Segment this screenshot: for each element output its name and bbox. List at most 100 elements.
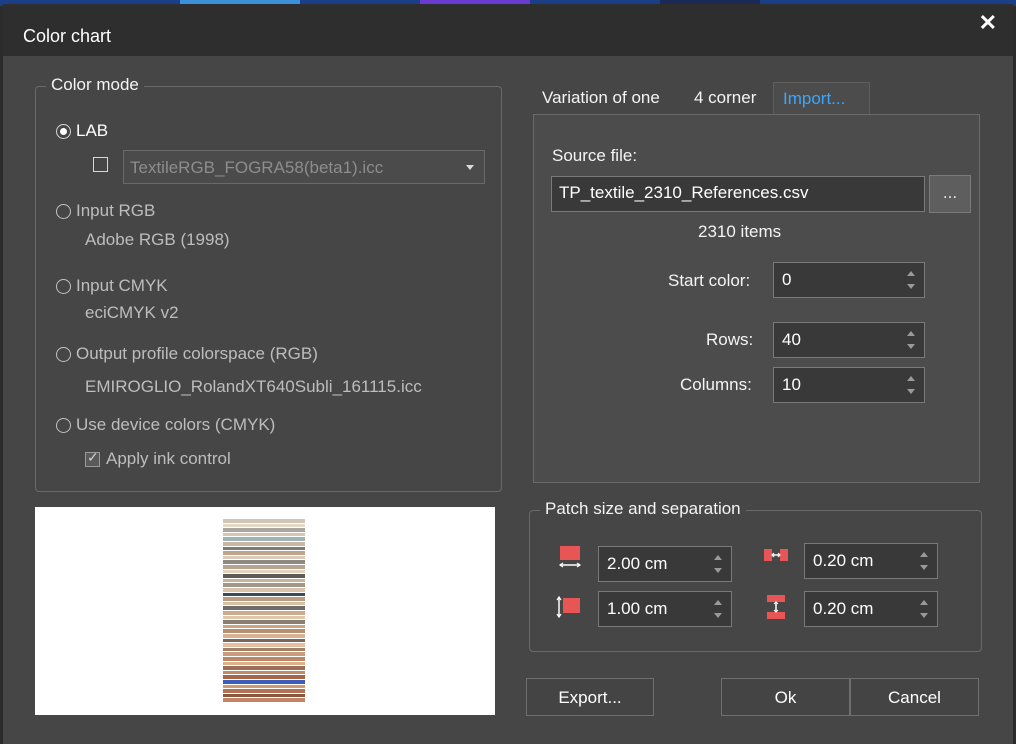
preview-patch-row — [223, 569, 305, 574]
preview-patch-row — [223, 578, 305, 583]
ok-button[interactable]: Ok — [721, 678, 850, 716]
apply-ink-control-row[interactable]: Apply ink control — [85, 449, 231, 469]
preview-patch-row — [223, 542, 305, 546]
chart-preview — [35, 507, 495, 715]
spin-down-icon[interactable] — [898, 280, 924, 297]
spin-up-icon[interactable] — [898, 323, 924, 340]
preview-patch-row — [223, 546, 305, 551]
preview-patch-row — [223, 629, 305, 633]
spin-down-icon[interactable] — [898, 385, 924, 402]
radio-input-rgb-indicator[interactable] — [56, 203, 71, 219]
spin-up-icon[interactable] — [911, 592, 937, 609]
close-icon[interactable]: ✕ — [979, 10, 997, 36]
preview-patch-row — [223, 528, 305, 532]
spin-down-icon[interactable] — [898, 340, 924, 357]
columns-label: Columns: — [680, 375, 752, 394]
lab-profile-checkbox[interactable] — [93, 157, 108, 172]
spin-up-icon[interactable] — [898, 368, 924, 385]
apply-ink-control-checkbox[interactable] — [85, 449, 100, 467]
source-file-label: Source file: — [552, 146, 638, 165]
preview-patch-row — [223, 670, 305, 675]
preview-patch-row — [223, 693, 305, 698]
preview-patch-row — [223, 606, 305, 610]
input-cmyk-profile: eciCMYK v2 — [85, 303, 179, 322]
spin-up-icon[interactable] — [911, 544, 937, 561]
preview-patch-row — [223, 657, 305, 661]
browse-button[interactable]: ... — [929, 175, 971, 213]
color-mode-legend: Color mode — [46, 75, 144, 95]
lab-profile-dropdown[interactable]: TextileRGB_FOGRA58(beta1).icc — [123, 150, 485, 184]
spin-up-icon[interactable] — [705, 592, 731, 609]
preview-patch-row — [223, 565, 305, 569]
radio-output-profile[interactable]: Output profile colorspace (RGB) — [56, 344, 318, 364]
radio-input-rgb[interactable]: Input RGB — [56, 201, 155, 221]
radio-device-colors[interactable]: Use device colors (CMYK) — [56, 415, 275, 435]
title-bar: Color chart ✕ — [3, 4, 1013, 56]
rows-spinner[interactable]: 40 — [773, 322, 925, 358]
preview-patch-row — [223, 537, 305, 541]
source-file-input[interactable]: TP_textile_2310_References.csv — [551, 176, 925, 212]
tab-4-corner[interactable]: 4 corner — [694, 82, 756, 114]
spin-up-icon[interactable] — [898, 263, 924, 280]
patch-size-legend: Patch size and separation — [540, 499, 746, 519]
vertical-separation-value: 0.20 cm — [813, 599, 874, 618]
radio-lab-indicator[interactable] — [56, 123, 71, 139]
tab-variation-of-one[interactable]: Variation of one — [542, 82, 660, 114]
preview-patch-row — [223, 583, 305, 587]
radio-device-colors-label: Use device colors (CMYK) — [76, 415, 276, 434]
patch-height-spinner[interactable]: 1.00 cm — [598, 591, 732, 627]
radio-output-profile-label: Output profile colorspace (RGB) — [76, 344, 318, 363]
input-rgb-profile: Adobe RGB (1998) — [85, 230, 230, 249]
tab-import[interactable]: Import... — [773, 82, 870, 114]
preview-patch-row — [223, 675, 305, 679]
rows-value: 40 — [782, 330, 801, 349]
columns-spinner[interactable]: 10 — [773, 367, 925, 403]
preview-patch-row — [223, 523, 305, 528]
radio-input-cmyk-indicator[interactable] — [56, 278, 71, 294]
cancel-button[interactable]: Cancel — [850, 678, 979, 716]
preview-patch-row — [223, 647, 305, 652]
lab-profile-value: TextileRGB_FOGRA58(beta1).icc — [130, 158, 384, 177]
patch-size-group: Patch size and separation 2.00 cm 1.00 c… — [529, 499, 982, 652]
preview-patch-row — [223, 634, 305, 638]
radio-output-profile-indicator[interactable] — [56, 346, 71, 362]
preview-patch-row — [223, 597, 305, 601]
apply-ink-control-label: Apply ink control — [106, 449, 231, 468]
items-count: 2310 items — [698, 222, 782, 241]
spin-down-icon[interactable] — [911, 609, 937, 626]
chevron-down-icon[interactable] — [456, 151, 484, 183]
preview-patch-row — [223, 532, 305, 537]
spin-down-icon[interactable] — [705, 564, 731, 581]
export-button[interactable]: Export... — [526, 678, 654, 716]
preview-patch-row — [223, 652, 305, 656]
columns-value: 10 — [782, 375, 801, 394]
patch-width-value: 2.00 cm — [607, 554, 668, 573]
preview-patch-row — [223, 588, 305, 592]
source-file-value: TP_textile_2310_References.csv — [559, 183, 809, 202]
start-color-value: 0 — [782, 270, 792, 289]
vertical-separation-spinner[interactable]: 0.20 cm — [804, 591, 938, 627]
preview-patch-row — [223, 592, 305, 597]
color-chart-dialog: Color chart ✕ Color mode LAB TextileRGB_… — [3, 4, 1013, 744]
preview-patch-row — [223, 555, 305, 560]
color-mode-group: Color mode LAB TextileRGB_FOGRA58(beta1)… — [35, 75, 502, 492]
spin-down-icon[interactable] — [911, 561, 937, 578]
radio-device-colors-indicator[interactable] — [56, 417, 71, 433]
lab-profile-checkbox-row[interactable] — [93, 157, 108, 172]
patch-height-icon — [556, 595, 580, 619]
spin-up-icon[interactable] — [705, 547, 731, 564]
preview-patch-row — [223, 615, 305, 620]
horizontal-separation-value: 0.20 cm — [813, 551, 874, 570]
spin-down-icon[interactable] — [705, 609, 731, 626]
radio-input-rgb-label: Input RGB — [76, 201, 156, 220]
preview-patch-row — [223, 643, 305, 647]
preview-patch-row — [223, 689, 305, 693]
start-color-label: Start color: — [668, 271, 751, 290]
start-color-spinner[interactable]: 0 — [773, 262, 925, 298]
horizontal-separation-spinner[interactable]: 0.20 cm — [804, 543, 938, 579]
patch-height-value: 1.00 cm — [607, 599, 668, 618]
preview-patch-row — [223, 684, 305, 689]
radio-input-cmyk[interactable]: Input CMYK — [56, 276, 168, 296]
patch-width-spinner[interactable]: 2.00 cm — [598, 546, 732, 582]
radio-lab[interactable]: LAB — [56, 121, 108, 141]
